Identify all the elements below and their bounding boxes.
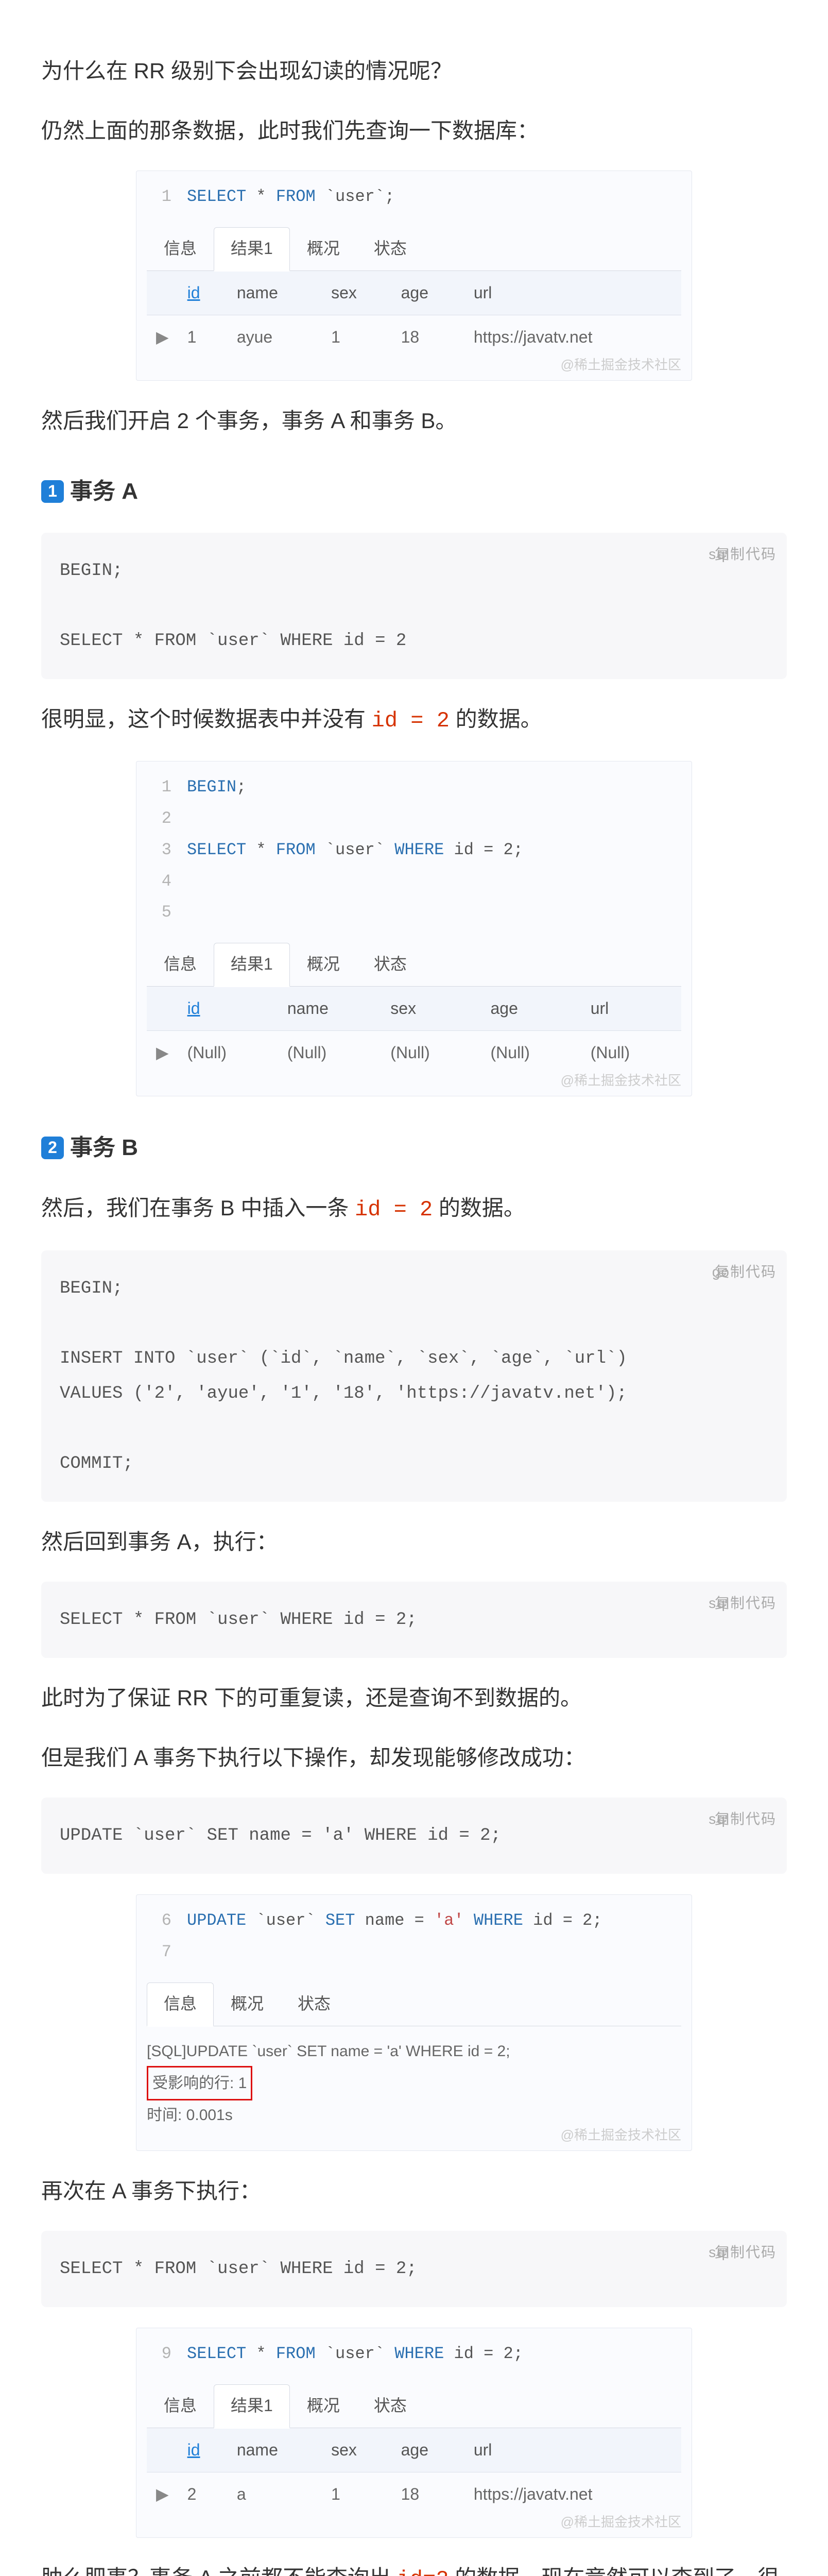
codeblock-begin-select: sql复制代码BEGIN; SELECT * FROM `user` WHERE… — [41, 533, 787, 679]
result-tabs: 信息 结果1 概况 状态 — [147, 2384, 681, 2428]
badge-2-icon: 2 — [41, 1137, 64, 1159]
figure-2-null-result: 1BEGIN; 2 3SELECT * FROM `user` WHERE id… — [136, 761, 692, 1096]
intro-question: 为什么在 RR 级别下会出现幻读的情况呢？ — [41, 52, 787, 91]
tab-overview[interactable]: 概况 — [290, 2384, 357, 2428]
still-no-result-text: 此时为了保证 RR 下的可重复读，还是查询不到数据的。 — [41, 1679, 787, 1718]
sql-editor: 6UPDATE `user` SET name = 'a' WHERE id =… — [136, 1895, 692, 1968]
section-b-heading: 2事务 B — [41, 1127, 787, 1168]
tab-status[interactable]: 状态 — [357, 2384, 424, 2428]
figure-3-update-result: 6UPDATE `user` SET name = 'a' WHERE id =… — [136, 1894, 692, 2150]
codeblock-insert: go复制代码BEGIN; INSERT INTO `user` (`id`, `… — [41, 1250, 787, 1502]
tab-status[interactable]: 状态 — [357, 943, 424, 986]
copy-button[interactable]: 复制代码 — [715, 2238, 777, 2267]
tab-overview[interactable]: 概况 — [214, 1982, 281, 2026]
codeblock-update: sql复制代码UPDATE `user` SET name = 'a' WHER… — [41, 1798, 787, 1874]
copy-button[interactable]: 复制代码 — [715, 1258, 777, 1286]
sql-editor: 9SELECT * FROM `user` WHERE id = 2; — [136, 2328, 692, 2370]
back-to-a-text: 然后回到事务 A，执行： — [41, 1522, 787, 1562]
sql-editor: 1BEGIN; 2 3SELECT * FROM `user` WHERE id… — [136, 761, 692, 928]
affected-rows-highlight: 受影响的行: 1 — [147, 2066, 252, 2100]
codeblock-select-id2: sql复制代码SELECT * FROM `user` WHERE id = 2… — [41, 1582, 787, 1658]
watermark: @稀土掘金技术社区 — [561, 2510, 681, 2534]
tab-result1[interactable]: 结果1 — [214, 227, 290, 272]
sql-editor: 1SELECT * FROM `user`; — [136, 171, 692, 213]
tab-info[interactable]: 信息 — [147, 227, 214, 270]
copy-button[interactable]: 复制代码 — [715, 1805, 777, 1834]
tab-status[interactable]: 状态 — [281, 1982, 348, 2026]
insert-intro-text: 然后，我们在事务 B 中插入一条 id = 2 的数据。 — [41, 1189, 787, 1230]
badge-1-icon: 1 — [41, 480, 64, 503]
result-table: idnamesexageurl ▶2a118https://javatv.net — [147, 2428, 681, 2517]
copy-button[interactable]: 复制代码 — [715, 1589, 777, 1618]
watermark: @稀土掘金技术社区 — [561, 1069, 681, 1093]
result-tabs: 信息 结果1 概况 状态 — [147, 227, 681, 271]
intro-line2: 仍然上面的那条数据，此时我们先查询一下数据库： — [41, 111, 787, 150]
tab-info[interactable]: 信息 — [147, 943, 214, 986]
tab-overview[interactable]: 概况 — [290, 227, 357, 270]
copy-button[interactable]: 复制代码 — [715, 540, 777, 569]
result-tabs: 信息 概况 状态 — [147, 1982, 681, 2026]
select-again-text: 再次在 A 事务下执行： — [41, 2172, 787, 2211]
tab-info[interactable]: 信息 — [147, 1982, 214, 2027]
watermark: @稀土掘金技术社区 — [561, 2123, 681, 2147]
open-two-txn: 然后我们开启 2 个事务，事务 A 和事务 B。 — [41, 401, 787, 440]
result-table: idnamesexageurl ▶1ayue118https://javatv.… — [147, 271, 681, 360]
tab-result1[interactable]: 结果1 — [214, 2384, 290, 2429]
tab-result1[interactable]: 结果1 — [214, 943, 290, 987]
tab-status[interactable]: 状态 — [357, 227, 424, 270]
message-output: [SQL]UPDATE `user` SET name = 'a' WHERE … — [147, 2026, 681, 2130]
figure-1-initial-select: 1SELECT * FROM `user`; 信息 结果1 概况 状态 idna… — [136, 171, 692, 381]
conclusion-surprise: 肿么肥事？事务 A 之前都不能查询出 id=2 的数据，现在竟然可以查到了，很明… — [41, 2558, 787, 2576]
watermark: @稀土掘金技术社区 — [561, 353, 681, 377]
codeblock-select-again: sql复制代码SELECT * FROM `user` WHERE id = 2… — [41, 2231, 787, 2307]
tab-info[interactable]: 信息 — [147, 2384, 214, 2428]
no-id2-text: 很明显，这个时候数据表中并没有 id = 2 的数据。 — [41, 700, 787, 741]
tab-overview[interactable]: 概况 — [290, 943, 357, 986]
result-table: idnamesexageurl ▶(Null)(Null)(Null)(Null… — [147, 987, 681, 1075]
section-a-heading: 1事务 A — [41, 471, 787, 512]
figure-4-phantom-read: 9SELECT * FROM `user` WHERE id = 2; 信息 结… — [136, 2328, 692, 2538]
result-tabs: 信息 结果1 概况 状态 — [147, 943, 681, 987]
update-succeeds-text: 但是我们 A 事务下执行以下操作，却发现能够修改成功： — [41, 1738, 787, 1777]
